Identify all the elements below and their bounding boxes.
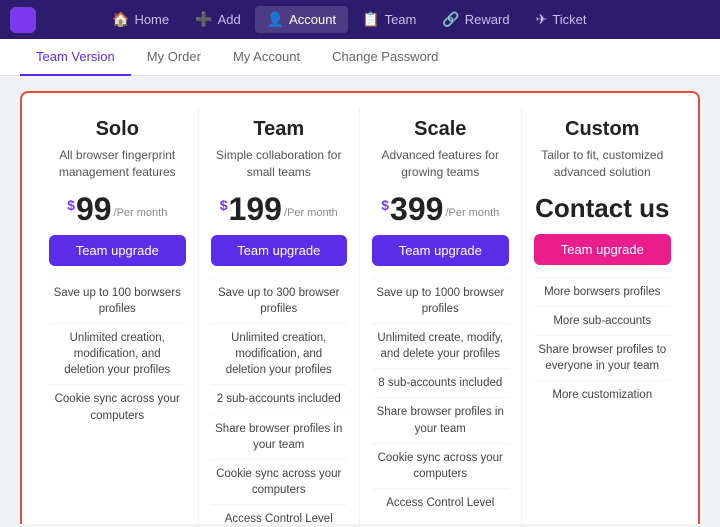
- tab-my-account[interactable]: My Account: [217, 39, 316, 76]
- upgrade-button[interactable]: Team upgrade: [372, 235, 509, 266]
- feature-item: More sub-accounts: [534, 306, 672, 335]
- contact-us-label: Contact us: [535, 193, 669, 224]
- feature-item: More customization: [534, 380, 672, 409]
- feature-list: Save up to 100 borwsers profilesUnlimite…: [49, 278, 186, 430]
- nav-item-account[interactable]: 👤Account: [255, 6, 348, 33]
- nav-bar: 🏠Home➕Add👤Account📋Team🔗Reward✈Ticket: [100, 6, 599, 33]
- app-logo: [10, 7, 100, 33]
- plan-solo: Solo All browser fingerprint management …: [37, 108, 199, 524]
- tab-team-version[interactable]: Team Version: [20, 39, 131, 76]
- upgrade-button[interactable]: Team upgrade: [534, 234, 672, 265]
- nav-item-reward[interactable]: 🔗Reward: [430, 6, 521, 33]
- nav-item-ticket[interactable]: ✈Ticket: [524, 6, 599, 33]
- feature-item: Unlimited create, modify, and delete you…: [372, 323, 509, 368]
- price-symbol: $: [381, 197, 389, 213]
- plan-desc: Tailor to fit, customized advanced solut…: [534, 147, 672, 183]
- price-amount: 399: [390, 193, 443, 225]
- feature-item: Access Control Level: [372, 488, 509, 517]
- feature-item: Share browser profiles to everyone in yo…: [534, 335, 672, 380]
- tab-my-order[interactable]: My Order: [131, 39, 217, 76]
- feature-item: Save up to 300 browser profiles: [211, 278, 348, 323]
- team-icon: 📋: [362, 11, 379, 28]
- plan-desc: Advanced features for growing teams: [372, 147, 509, 183]
- nav-item-add[interactable]: ➕Add: [183, 6, 253, 33]
- plan-name: Scale: [414, 118, 466, 141]
- feature-item: Save up to 100 borwsers profiles: [49, 278, 186, 323]
- feature-list: Save up to 1000 browser profilesUnlimite…: [372, 278, 509, 517]
- tabs-bar: Team VersionMy OrderMy AccountChange Pas…: [0, 39, 720, 76]
- price-amount: 99: [76, 193, 112, 225]
- feature-item: Unlimited creation, modification, and de…: [211, 323, 348, 384]
- price-amount: 199: [229, 193, 282, 225]
- feature-item: More borwsers profiles: [534, 277, 672, 306]
- feature-item: Cookie sync across your computers: [372, 443, 509, 488]
- window-controls: [599, 10, 720, 30]
- home-icon: 🏠: [112, 11, 129, 28]
- nav-item-team[interactable]: 📋Team: [350, 6, 428, 33]
- feature-item: Save up to 1000 browser profiles: [372, 278, 509, 323]
- add-icon: ➕: [195, 11, 212, 28]
- account-icon: 👤: [267, 11, 284, 28]
- upgrade-button[interactable]: Team upgrade: [49, 235, 186, 266]
- plan-team: Team Simple collaboration for small team…: [199, 108, 361, 524]
- price-row: $ 399 /Per month: [381, 193, 499, 225]
- maximize-button[interactable]: [671, 10, 699, 30]
- feature-item: Cookie sync across your computers: [211, 459, 348, 504]
- nav-item-home[interactable]: 🏠Home: [100, 6, 181, 33]
- plan-desc: All browser fingerprint management featu…: [49, 147, 186, 183]
- plans-container: Solo All browser fingerprint management …: [20, 91, 700, 524]
- plan-name: Solo: [96, 118, 139, 141]
- main-content: Solo All browser fingerprint management …: [0, 76, 720, 524]
- plan-desc: Simple collaboration for small teams: [211, 147, 348, 183]
- feature-list: Save up to 300 browser profilesUnlimited…: [211, 278, 348, 524]
- ticket-icon: ✈: [536, 11, 548, 28]
- feature-item: 2 sub-accounts included: [211, 384, 348, 413]
- logo-icon: [10, 7, 36, 33]
- feature-item: Unlimited creation, modification, and de…: [49, 323, 186, 384]
- plan-custom: Custom Tailor to fit, customized advance…: [522, 108, 684, 524]
- price-row: $ 99 /Per month: [67, 193, 167, 225]
- price-symbol: $: [220, 197, 228, 213]
- plan-scale: Scale Advanced features for growing team…: [360, 108, 522, 524]
- titlebar: 🏠Home➕Add👤Account📋Team🔗Reward✈Ticket: [0, 0, 720, 39]
- feature-list: More borwsers profilesMore sub-accountsS…: [534, 277, 672, 409]
- minimize-button[interactable]: [635, 10, 663, 30]
- feature-item: Access Control Level: [211, 504, 348, 524]
- feature-item: Cookie sync across your computers: [49, 384, 186, 429]
- menu-button[interactable]: [599, 10, 627, 30]
- feature-item: 8 sub-accounts included: [372, 368, 509, 397]
- plan-name: Team: [253, 118, 304, 141]
- price-symbol: $: [67, 197, 75, 213]
- price-row: $ 199 /Per month: [220, 193, 338, 225]
- price-period: /Per month: [114, 207, 168, 219]
- price-period: /Per month: [284, 207, 338, 219]
- feature-item: Share browser profiles in your team: [372, 397, 509, 442]
- close-button[interactable]: [707, 10, 720, 30]
- upgrade-button[interactable]: Team upgrade: [211, 235, 348, 266]
- price-period: /Per month: [445, 207, 499, 219]
- tab-change-password[interactable]: Change Password: [316, 39, 454, 76]
- plan-name: Custom: [565, 118, 639, 141]
- feature-item: Share browser profiles in your team: [211, 414, 348, 459]
- reward-icon: 🔗: [442, 11, 459, 28]
